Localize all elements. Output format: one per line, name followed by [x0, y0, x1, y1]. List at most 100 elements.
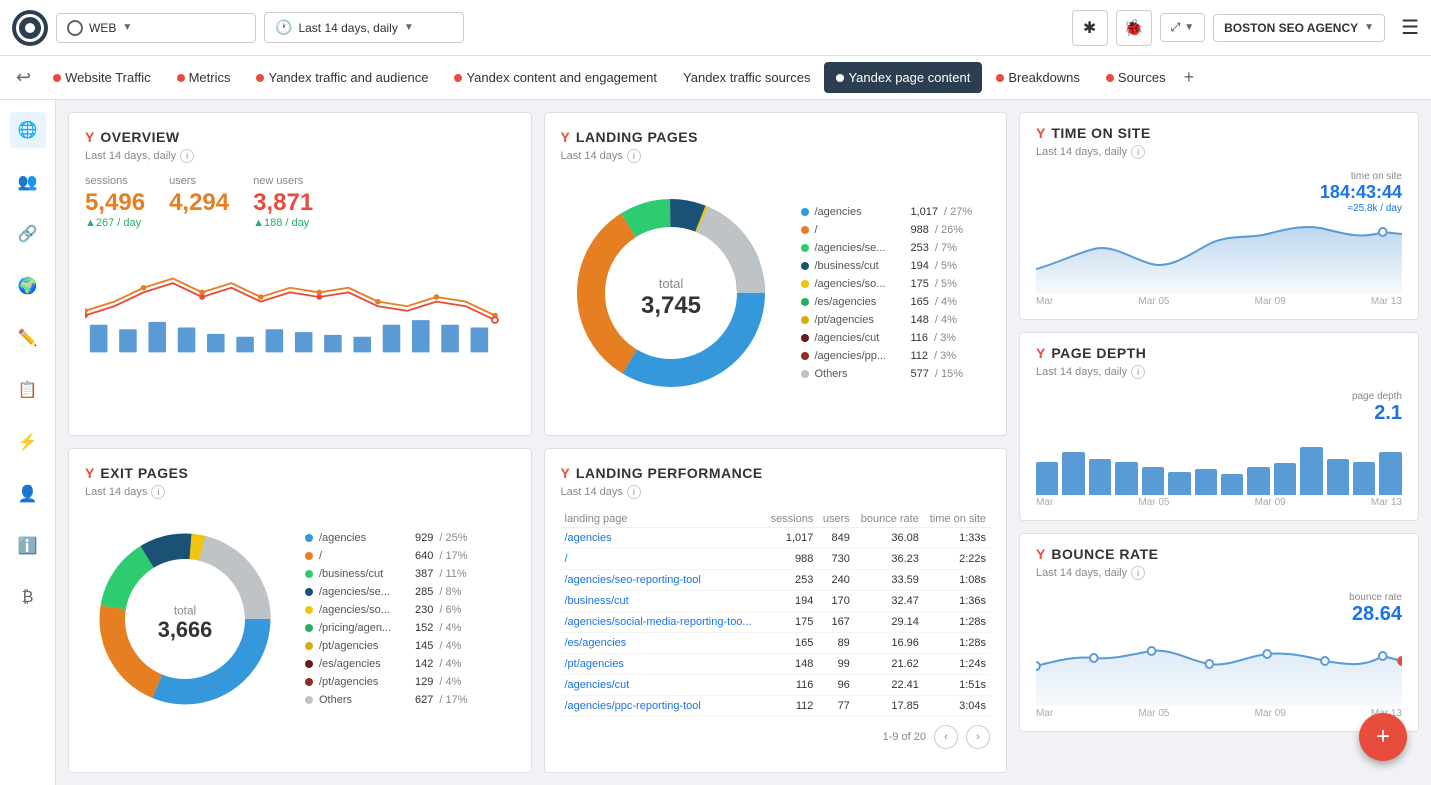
cell-users: 77 [817, 695, 853, 716]
tab-breakdowns[interactable]: Breakdowns [984, 62, 1092, 93]
navbar: ↩ Website Traffic Metrics Yandex traffic… [0, 56, 1431, 100]
tab-yandex-traffic[interactable]: Yandex traffic and audience [244, 62, 440, 93]
next-page-button[interactable]: › [966, 725, 990, 749]
legend-dot [305, 606, 313, 614]
share-button[interactable]: ⤢ ▼ [1160, 13, 1206, 42]
menu-button[interactable]: ☰ [1401, 15, 1419, 40]
legend-val: 129 [415, 676, 433, 688]
svg-text:3,666: 3,666 [158, 617, 213, 642]
legend-name: /es/agencies [319, 658, 409, 670]
legend-name: /agencies/se... [319, 586, 409, 598]
page-depth-bars [1036, 425, 1402, 495]
table-row[interactable]: /pt/agencies 148 99 21.62 1:24s [561, 653, 991, 674]
tab-label: Metrics [189, 70, 231, 85]
pagination: 1-9 of 20 ‹ › [561, 717, 991, 749]
sidebar-icon-link[interactable]: 🔗 [10, 216, 46, 252]
sessions-metric: sessions 5,496 ▲267 / day [85, 175, 145, 229]
tab-sources[interactable]: Sources [1094, 62, 1178, 93]
topbar: WEB ▼ 🕐 Last 14 days, daily ▼ ✱ 🐞 ⤢ ▼ BO… [0, 0, 1431, 56]
legend-dot [305, 588, 313, 596]
table-row[interactable]: /agencies/cut 116 96 22.41 1:51s [561, 674, 991, 695]
bounce-rate-chart [1036, 626, 1402, 706]
svg-text:3,745: 3,745 [640, 292, 700, 319]
legend-pct: / 4% [439, 640, 461, 652]
info-icon[interactable]: i [1131, 365, 1145, 379]
legend-pct: / 4% [439, 622, 461, 634]
exit-donut-svg: total 3,666 [85, 519, 285, 719]
legend-dot [305, 552, 313, 560]
sidebar-icon-clipboard[interactable]: 📋 [10, 372, 46, 408]
web-label: WEB [89, 21, 116, 35]
sidebar-icon-edit[interactable]: ✏️ [10, 320, 46, 356]
legend-name: /pt/agencies [319, 640, 409, 652]
table-row[interactable]: /es/agencies 165 89 16.96 1:28s [561, 632, 991, 653]
table-row[interactable]: /business/cut 194 170 32.47 1:36s [561, 590, 991, 611]
legend-val: 175 [911, 278, 929, 290]
prev-page-button[interactable]: ‹ [934, 725, 958, 749]
pagination-label: 1-9 of 20 [883, 731, 926, 743]
info-icon[interactable]: i [151, 485, 165, 499]
tab-dot [1106, 74, 1114, 82]
users-label: users [169, 175, 229, 187]
legend-item: /agencies 929 / 25% [305, 532, 468, 544]
yandex-icon: Y [1036, 345, 1045, 361]
legend-val: 253 [911, 242, 929, 254]
fab-button[interactable]: + [1359, 713, 1407, 761]
date-selector[interactable]: 🕐 Last 14 days, daily ▼ [264, 12, 464, 43]
tab-yandex-sources[interactable]: Yandex traffic sources [671, 62, 822, 93]
legend-pct: / 17% [439, 694, 467, 706]
table-row[interactable]: /agencies/social-media-reporting-too... … [561, 611, 991, 632]
tab-yandex-page[interactable]: Yandex page content [824, 62, 982, 93]
info-icon[interactable]: i [627, 485, 641, 499]
legend-name: Others [815, 368, 905, 380]
bar [1089, 459, 1111, 495]
info-icon[interactable]: i [180, 149, 194, 163]
cell-sessions: 1,017 [764, 527, 817, 548]
cell-page: /agencies [561, 527, 765, 548]
tab-website-traffic[interactable]: Website Traffic [41, 62, 163, 93]
legend-dot [801, 208, 809, 216]
bounce-rate-card: Y BOUNCE RATE Last 14 days, daily i boun… [1019, 533, 1419, 732]
legend-dot [801, 298, 809, 306]
table-row[interactable]: / 988 730 36.23 2:22s [561, 548, 991, 569]
sidebar-icon-user[interactable]: 👤 [10, 476, 46, 512]
cell-bounce: 22.41 [854, 674, 923, 695]
bar [1115, 462, 1137, 495]
table-row[interactable]: /agencies/ppc-reporting-tool 112 77 17.8… [561, 695, 991, 716]
table-row[interactable]: /agencies/seo-reporting-tool 253 240 33.… [561, 569, 991, 590]
sidebar-icon-globe[interactable]: 🌐 [10, 112, 46, 148]
sidebar-icon-bolt[interactable]: ⚡ [10, 424, 46, 460]
add-tab-button[interactable]: + [1184, 67, 1195, 88]
sidebar-icon-world[interactable]: 🌍 [10, 268, 46, 304]
sidebar-icon-users[interactable]: 👥 [10, 164, 46, 200]
info-icon[interactable]: i [1131, 566, 1145, 580]
legend-val: 148 [911, 314, 929, 326]
cell-bounce: 32.47 [854, 590, 923, 611]
sidebar-icon-info[interactable]: ℹ️ [10, 528, 46, 564]
legend-val: 387 [415, 568, 433, 580]
cell-time: 1:28s [923, 611, 990, 632]
logo[interactable] [12, 10, 48, 46]
tab-dot [177, 74, 185, 82]
cell-page: / [561, 548, 765, 569]
web-selector[interactable]: WEB ▼ [56, 13, 256, 43]
star-icon[interactable]: ✱ [1072, 10, 1108, 46]
legend-pct: / 4% [935, 314, 957, 326]
time-on-site-label: time on site [1036, 171, 1402, 182]
table-row[interactable]: /agencies 1,017 849 36.08 1:33s [561, 527, 991, 548]
tab-yandex-content[interactable]: Yandex content and engagement [442, 62, 669, 93]
nav-back-button[interactable]: ↩ [8, 67, 39, 88]
legend-pct: / 7% [935, 242, 957, 254]
info-icon[interactable]: i [627, 149, 641, 163]
legend-pct: / 5% [935, 260, 957, 272]
tab-metrics[interactable]: Metrics [165, 62, 243, 93]
info-icon[interactable]: i [1131, 145, 1145, 159]
tab-label: Breakdowns [1008, 70, 1080, 85]
legend-dot [305, 696, 313, 704]
chevron-down-icon: ▼ [404, 22, 414, 33]
agency-selector[interactable]: BOSTON SEO AGENCY ▼ [1213, 14, 1385, 42]
sidebar-icon-crypto[interactable]: ₿ [10, 580, 46, 616]
bug-icon[interactable]: 🐞 [1116, 10, 1152, 46]
legend-item: /pt/agencies 129 / 4% [305, 676, 468, 688]
bar [1274, 463, 1296, 495]
